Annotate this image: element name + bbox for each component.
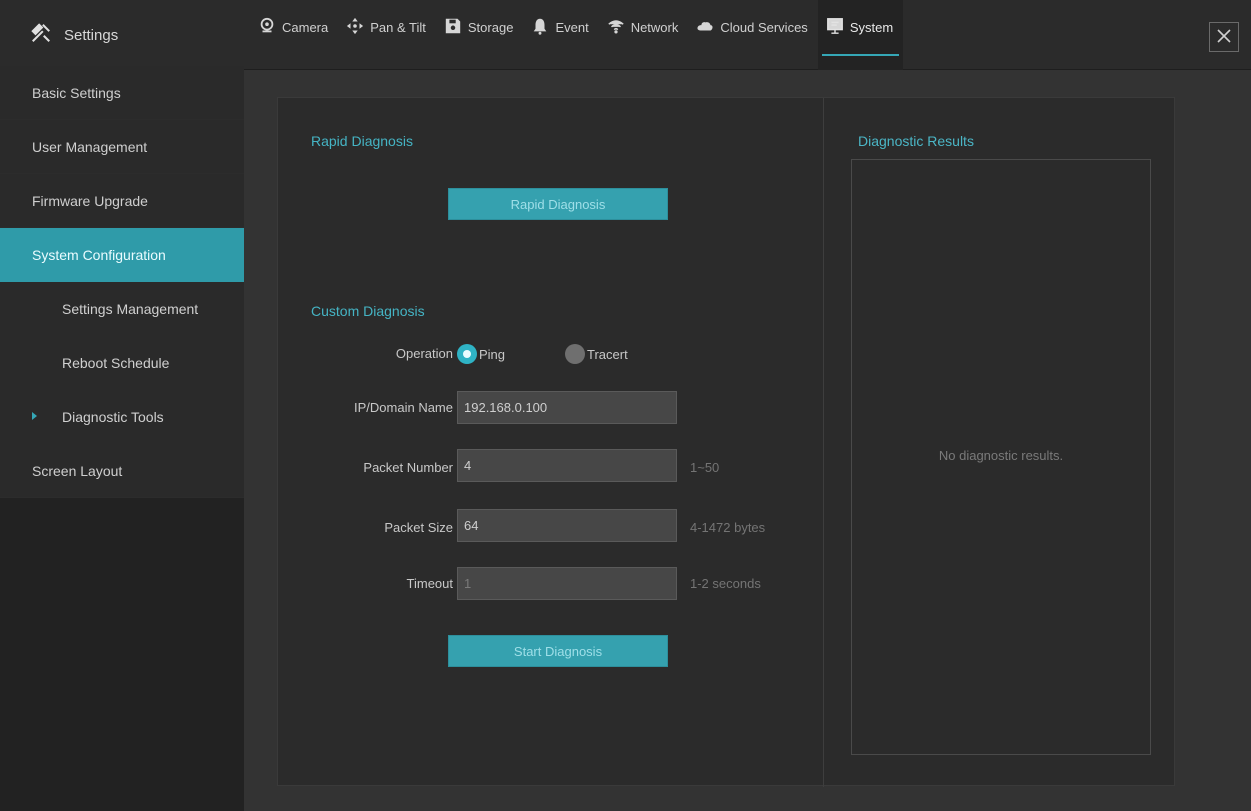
radio-selected-icon	[457, 344, 477, 364]
tools-icon	[30, 22, 52, 48]
operation-label: Operation	[395, 346, 453, 361]
sidebar-item-label: Basic Settings	[32, 84, 121, 101]
tab-label: System	[849, 19, 894, 35]
diagnostic-results-title: Diagnostic Results	[858, 133, 974, 149]
sidebar-item-user-management[interactable]: User Management	[0, 120, 244, 174]
wifi-icon	[607, 17, 625, 38]
tab-label: Camera	[282, 19, 329, 35]
sidebar-item-diagnostic-tools[interactable]: Diagnostic Tools	[0, 390, 244, 444]
sidebar-item-firmware-upgrade[interactable]: Firmware Upgrade	[0, 174, 244, 228]
close-icon	[1215, 27, 1233, 48]
storage-icon	[444, 17, 462, 38]
bell-icon	[531, 17, 549, 38]
tab-label: Network	[630, 19, 679, 35]
settings-brand: Settings	[30, 22, 118, 48]
tab-camera[interactable]: Camera	[250, 0, 338, 70]
tracert-label: Tracert	[587, 346, 628, 362]
ip-domain-label: IP/Domain Name	[354, 400, 453, 415]
rapid-diagnosis-title: Rapid Diagnosis	[311, 133, 413, 149]
top-bar: Settings Camera Pan & Tilt Storage Event…	[0, 0, 1251, 70]
start-diagnosis-button[interactable]: Start Diagnosis	[448, 635, 668, 667]
tab-pan-tilt[interactable]: Pan & Tilt	[338, 0, 436, 70]
main-tabs: Camera Pan & Tilt Storage Event Network …	[250, 0, 904, 70]
diagnostic-panel: Rapid Diagnosis Rapid Diagnosis Custom D…	[277, 97, 1175, 787]
diagnostic-results-box: No diagnostic results.	[851, 159, 1151, 755]
main-content: Rapid Diagnosis Rapid Diagnosis Custom D…	[244, 71, 1251, 811]
tracert-radio[interactable]: Tracert	[565, 344, 628, 364]
ping-radio[interactable]: Ping	[457, 344, 505, 364]
tab-label: Cloud Services	[720, 19, 808, 35]
close-button[interactable]	[1209, 22, 1239, 52]
rapid-diagnosis-button[interactable]: Rapid Diagnosis	[448, 188, 668, 220]
radio-unselected-icon	[565, 344, 585, 364]
packet-number-hint: 1~50	[690, 460, 720, 475]
sidebar-item-basic-settings[interactable]: Basic Settings	[0, 66, 244, 120]
tab-label: Storage	[467, 19, 514, 35]
tab-event[interactable]: Event	[523, 0, 598, 70]
panel-divider	[823, 98, 824, 787]
sidebar-item-label: Reboot Schedule	[62, 355, 170, 371]
timeout-label: Timeout	[406, 576, 453, 591]
sidebar-item-label: Screen Layout	[32, 462, 123, 479]
sidebar-item-screen-layout[interactable]: Screen Layout	[0, 444, 244, 498]
sidebar-item-reboot-schedule[interactable]: Reboot Schedule	[0, 336, 244, 390]
sidebar-item-label: Settings Management	[62, 301, 199, 317]
tab-network[interactable]: Network	[599, 0, 689, 70]
settings-title: Settings	[64, 26, 119, 44]
ping-label: Ping	[479, 346, 506, 362]
sidebar-item-system-configuration[interactable]: System Configuration	[0, 228, 244, 282]
timeout-input[interactable]: 1	[457, 567, 677, 600]
ip-domain-input[interactable]: 192.168.0.100	[457, 391, 677, 424]
camera-icon	[258, 17, 276, 38]
tab-label: Event	[555, 19, 589, 35]
sidebar-item-label: User Management	[32, 138, 148, 155]
tab-system[interactable]: System	[817, 0, 904, 70]
sidebar-item-label: Diagnostic Tools	[62, 409, 164, 425]
packet-number-input[interactable]: 4	[457, 449, 677, 482]
packet-size-hint: 4-1472 bytes	[690, 520, 766, 535]
sidebar: Basic Settings User Management Firmware …	[0, 66, 244, 811]
cloud-icon	[696, 17, 714, 38]
sidebar-item-settings-management[interactable]: Settings Management	[0, 282, 244, 336]
timeout-hint: 1-2 seconds	[690, 576, 761, 591]
monitor-icon	[826, 17, 844, 38]
tab-cloud-services[interactable]: Cloud Services	[688, 0, 817, 70]
packet-size-label: Packet Size	[384, 520, 453, 535]
sidebar-item-label: System Configuration	[32, 247, 166, 263]
packet-number-label: Packet Number	[363, 460, 453, 475]
caret-right-icon	[32, 412, 37, 420]
pan-tilt-icon	[346, 17, 364, 38]
custom-diagnosis-title: Custom Diagnosis	[311, 303, 425, 319]
no-results-message: No diagnostic results.	[938, 448, 1064, 463]
tab-label: Pan & Tilt	[370, 19, 426, 35]
tab-storage[interactable]: Storage	[436, 0, 524, 70]
sidebar-item-label: Firmware Upgrade	[32, 192, 148, 209]
packet-size-input[interactable]: 64	[457, 509, 677, 542]
